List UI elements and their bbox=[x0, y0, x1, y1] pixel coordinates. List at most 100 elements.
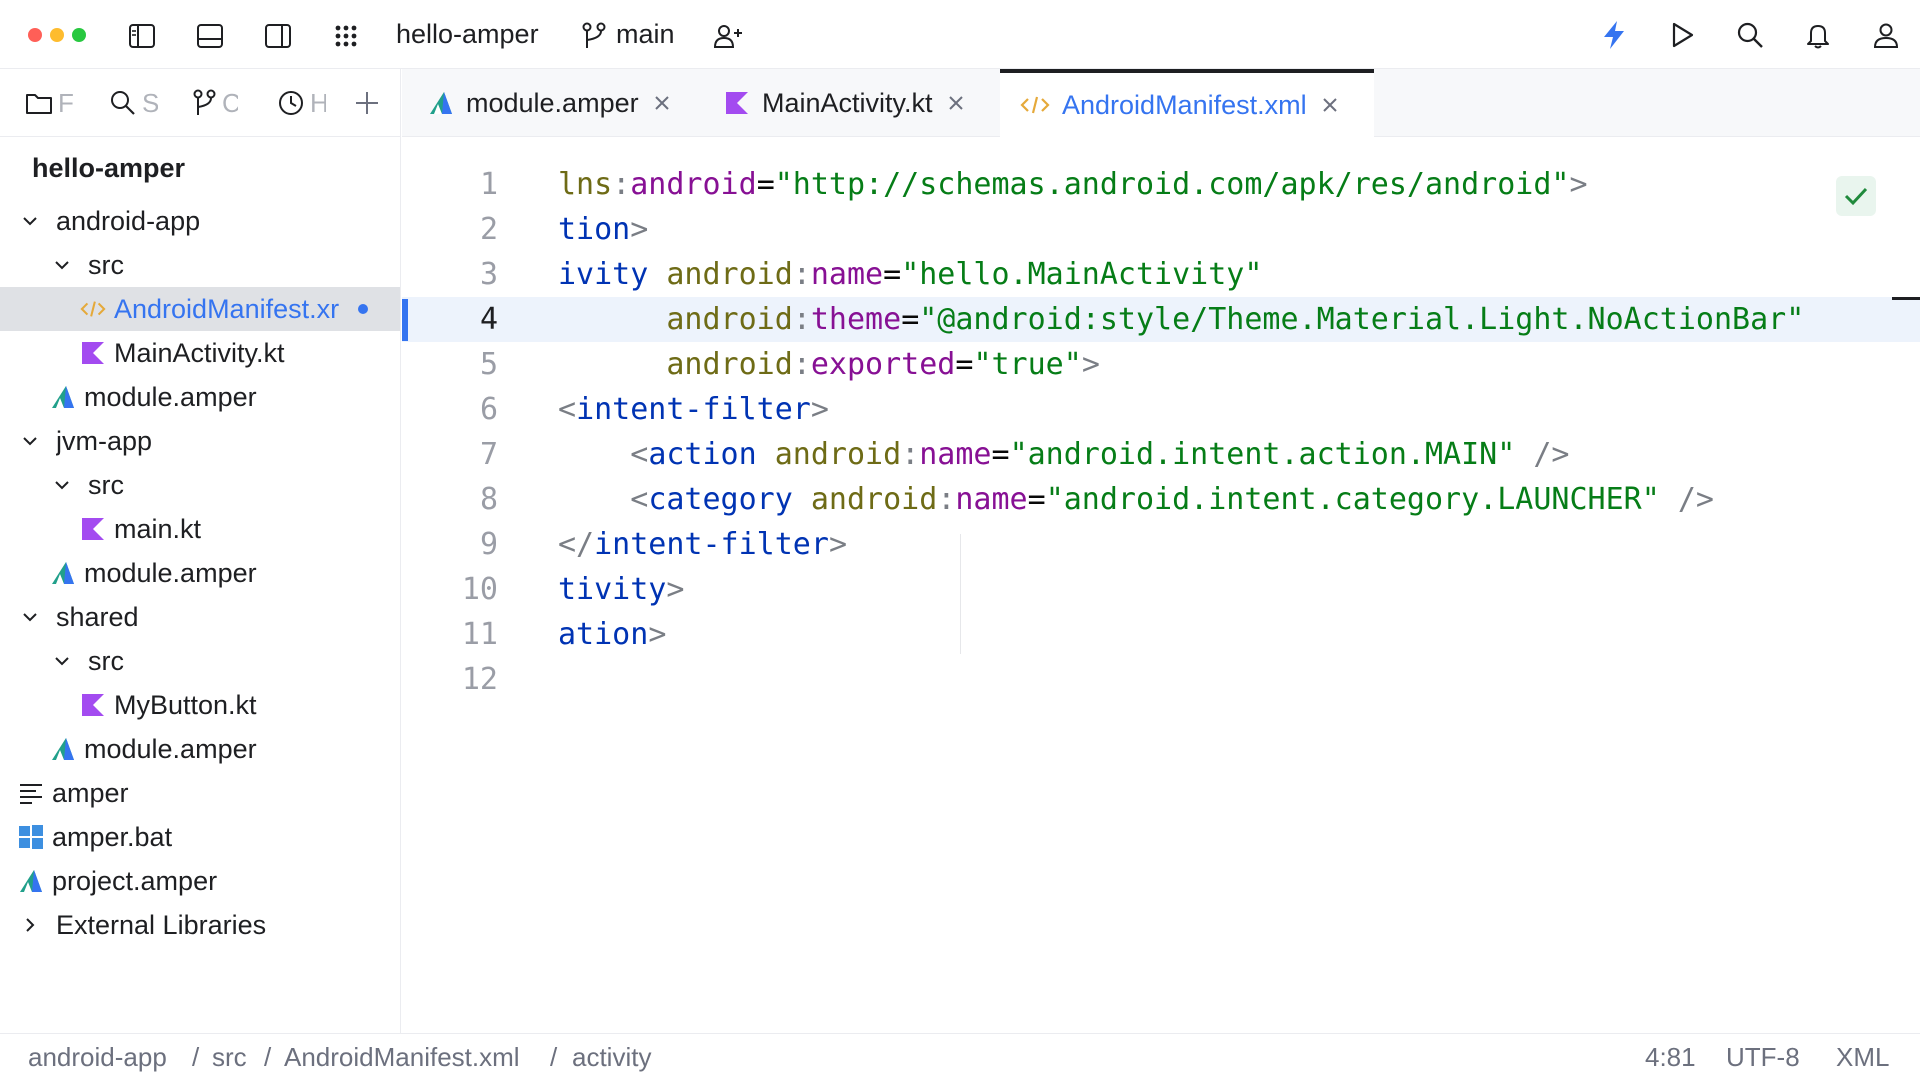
tree-label: MyButton.kt bbox=[114, 689, 257, 720]
tree-label: amper bbox=[52, 777, 129, 808]
chevron-down-icon[interactable] bbox=[50, 253, 74, 277]
editor-tab-androidmanifest[interactable]: AndroidManifest.xml bbox=[1000, 69, 1374, 137]
code-editor[interactable]: 1 lns:android="http://schemas.android.co… bbox=[402, 138, 1920, 1033]
tree-folder-src[interactable]: src bbox=[0, 243, 400, 287]
code-line-1[interactable]: 1 lns:android="http://schemas.android.co… bbox=[402, 162, 1920, 207]
line-number: 10 bbox=[461, 572, 498, 607]
tree-label: External Libraries bbox=[56, 909, 267, 940]
tree-folder-android-app[interactable]: android-app bbox=[0, 199, 400, 243]
chevron-down-icon[interactable] bbox=[50, 649, 74, 673]
tree-label: amper.bat bbox=[52, 821, 173, 852]
tree-folder-jvm-app[interactable]: jvm-app bbox=[0, 419, 400, 463]
code-token: > bbox=[828, 527, 847, 562]
chevron-right-icon[interactable] bbox=[18, 913, 42, 937]
tree-folder-src[interactable]: src bbox=[0, 639, 400, 683]
tree-external-libraries[interactable]: External Libraries bbox=[0, 903, 400, 947]
code-token: android bbox=[774, 437, 902, 472]
code-line-12[interactable]: 12 bbox=[402, 657, 1920, 702]
editor-tab-module-amper[interactable]: module.amper bbox=[408, 69, 692, 137]
amper-file-icon bbox=[18, 868, 44, 894]
code-token: < bbox=[558, 392, 577, 427]
breadcrumb-separator: / bbox=[264, 1042, 272, 1072]
branch-selector[interactable]: main bbox=[616, 16, 675, 52]
code-line-2[interactable]: 2 tion> bbox=[402, 207, 1920, 252]
chevron-down-icon[interactable] bbox=[18, 209, 42, 233]
chevron-down-icon[interactable] bbox=[50, 473, 74, 497]
code-line-10[interactable]: 10 tivity> bbox=[402, 567, 1920, 612]
window-close-button[interactable] bbox=[28, 28, 42, 42]
tree-file-androidmanifest[interactable]: AndroidManifest.xr bbox=[0, 287, 400, 331]
project-selector[interactable]: hello-amper bbox=[396, 16, 539, 52]
inspection-ok-checkmark-icon[interactable] bbox=[1836, 176, 1876, 216]
tree-file-amper[interactable]: amper bbox=[0, 771, 400, 815]
lightning-bolt-icon[interactable] bbox=[1596, 16, 1632, 54]
right-panel-toggle-icon[interactable] bbox=[260, 18, 296, 54]
tool-tab-history[interactable]: H bbox=[276, 85, 326, 121]
bottom-panel-toggle-icon[interactable] bbox=[192, 18, 228, 54]
window-maximize-button[interactable] bbox=[72, 28, 86, 42]
code-line-7[interactable]: 7 <action android:name="android.intent.a… bbox=[402, 432, 1920, 477]
run-icon[interactable] bbox=[1664, 17, 1700, 53]
tool-tab-commit[interactable]: C bbox=[192, 85, 238, 121]
main-menu-grid-icon[interactable] bbox=[328, 18, 364, 54]
tool-tab-files-label: F bbox=[58, 87, 74, 118]
code-token: android bbox=[810, 482, 938, 517]
code-line-9[interactable]: 9 </intent-filter> bbox=[402, 522, 1920, 567]
code-line-3[interactable]: 3 ivity android:name="hello.MainActivity… bbox=[402, 252, 1920, 297]
code-line-11[interactable]: 11 ation> bbox=[402, 612, 1920, 657]
code-line-5[interactable]: 5 android:exported="true"> bbox=[402, 342, 1920, 387]
tree-file-main-kt[interactable]: main.kt bbox=[0, 507, 400, 551]
tree-label: project.amper bbox=[52, 865, 218, 896]
breadcrumb-separator: / bbox=[550, 1042, 558, 1072]
user-profile-icon[interactable] bbox=[1868, 17, 1904, 53]
code-token: intent-filter bbox=[576, 392, 811, 427]
search-everywhere-icon[interactable] bbox=[1732, 17, 1768, 53]
add-collaborator-icon[interactable] bbox=[710, 18, 746, 54]
tree-file-mybutton[interactable]: MyButton.kt bbox=[0, 683, 400, 727]
tree-file-amper-bat[interactable]: amper.bat bbox=[0, 815, 400, 859]
close-icon[interactable] bbox=[1321, 96, 1339, 114]
breadcrumb-item[interactable]: activity bbox=[572, 1042, 651, 1073]
code-token: lns bbox=[558, 167, 613, 202]
close-icon[interactable] bbox=[653, 94, 671, 112]
file-type[interactable]: XML bbox=[1836, 1042, 1889, 1073]
breadcrumb-item[interactable]: AndroidManifest.xml bbox=[284, 1042, 520, 1073]
tree-file-project-amper[interactable]: project.amper bbox=[0, 859, 400, 903]
tool-tab-files[interactable]: F bbox=[24, 85, 74, 121]
line-number: 8 bbox=[479, 482, 498, 517]
tree-label: src bbox=[88, 469, 124, 500]
tree-label: src bbox=[88, 249, 124, 280]
left-panel-toggle-icon[interactable] bbox=[124, 18, 160, 54]
xml-file-icon bbox=[1020, 96, 1050, 114]
tree-file-mainactivity[interactable]: MainActivity.kt bbox=[0, 331, 400, 375]
code-line-4[interactable]: 4 android:theme="@android:style/Theme.Ma… bbox=[402, 297, 1920, 342]
tree-folder-shared[interactable]: shared bbox=[0, 595, 400, 639]
tree-folder-src[interactable]: src bbox=[0, 463, 400, 507]
close-icon[interactable] bbox=[947, 94, 965, 112]
chevron-down-icon[interactable] bbox=[18, 605, 42, 629]
line-number: 3 bbox=[479, 257, 498, 292]
code-line-8[interactable]: 8 <category android:name="android.intent… bbox=[402, 477, 1920, 522]
editor-tab-mainactivity[interactable]: MainActivity.kt bbox=[704, 69, 1000, 137]
file-encoding[interactable]: UTF-8 bbox=[1726, 1042, 1800, 1073]
breadcrumb-item[interactable]: src bbox=[212, 1042, 247, 1073]
tree-label: module.amper bbox=[84, 733, 257, 764]
cursor-position[interactable]: 4:81 bbox=[1645, 1042, 1696, 1073]
kotlin-file-icon bbox=[80, 692, 106, 718]
tool-tab-search[interactable]: S bbox=[108, 85, 158, 121]
code-text: ation> bbox=[558, 612, 666, 657]
tree-file-module-amper[interactable]: module.amper bbox=[0, 375, 400, 419]
code-token: "true" bbox=[973, 347, 1082, 382]
code-line-6[interactable]: 6 <intent-filter> bbox=[402, 387, 1920, 432]
breadcrumb-item[interactable]: android-app bbox=[28, 1042, 167, 1073]
notifications-bell-icon[interactable] bbox=[1800, 17, 1836, 53]
chevron-down-icon[interactable] bbox=[18, 429, 42, 453]
tree-file-module-amper[interactable]: module.amper bbox=[0, 551, 400, 595]
tool-tab-add[interactable] bbox=[352, 85, 382, 121]
kotlin-file-icon bbox=[80, 516, 106, 542]
text-file-icon bbox=[18, 780, 44, 806]
tree-file-module-amper[interactable]: module.amper bbox=[0, 727, 400, 771]
code-token: : bbox=[792, 347, 811, 382]
window-minimize-button[interactable] bbox=[50, 28, 64, 42]
search-icon bbox=[111, 91, 135, 115]
